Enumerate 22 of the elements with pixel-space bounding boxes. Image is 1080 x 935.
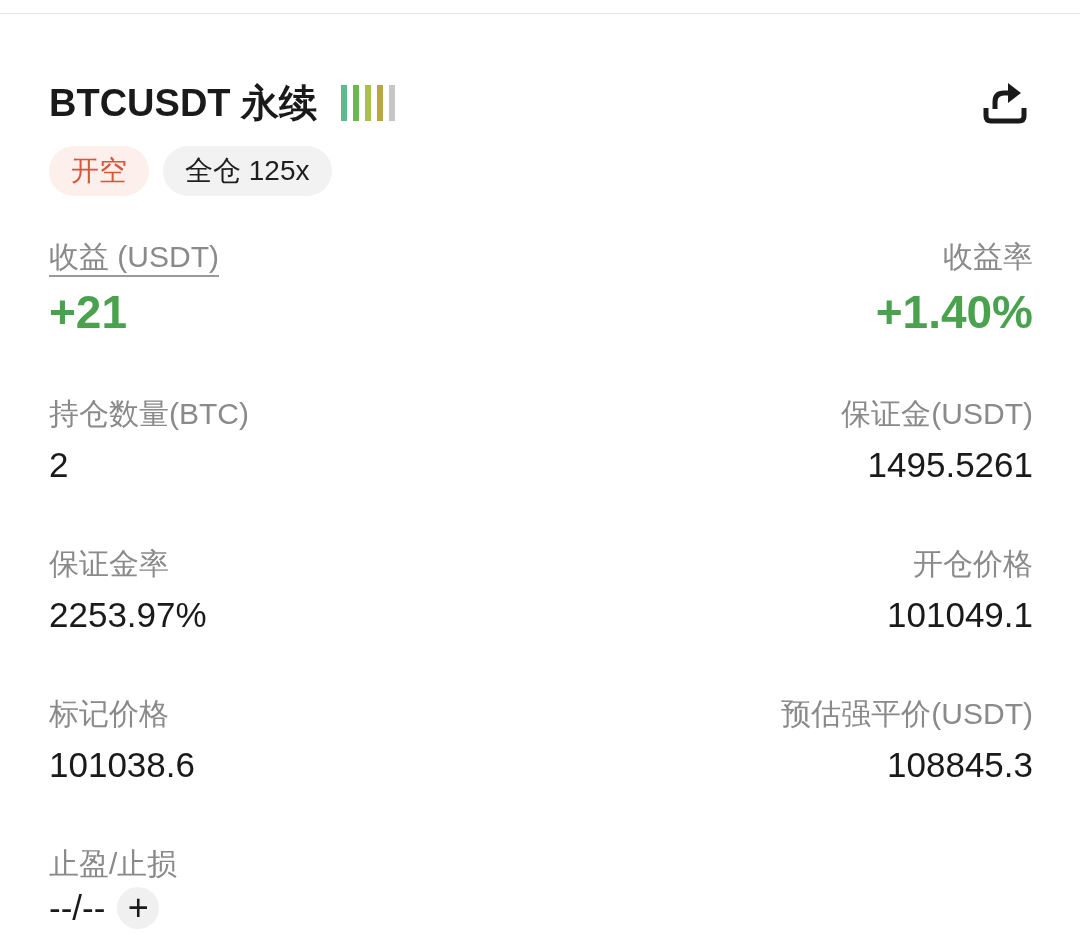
field-value: 101049.1 bbox=[887, 594, 1033, 636]
field-label: 持仓数量(BTC) bbox=[49, 396, 249, 432]
contract-title: BTCUSDT 永续 bbox=[49, 81, 318, 126]
field-value: 101038.6 bbox=[49, 744, 195, 786]
field-value: 2 bbox=[49, 444, 69, 486]
field-value: 2253.97% bbox=[49, 594, 207, 636]
field-label: 开仓价格 bbox=[913, 546, 1033, 582]
pnl-label: 收益率 bbox=[943, 239, 1033, 275]
leverage-tag: 全仓 125x bbox=[163, 146, 332, 196]
field-label: 保证金(USDT) bbox=[841, 396, 1033, 432]
field-value: 108845.3 bbox=[887, 744, 1033, 786]
field-value: 1495.5261 bbox=[867, 444, 1033, 486]
position-side-tag: 开空 bbox=[49, 146, 149, 196]
field-label: 预估强平价(USDT) bbox=[781, 696, 1033, 732]
share-icon[interactable] bbox=[983, 82, 1027, 124]
field-label: 止盈/止损 bbox=[49, 846, 178, 882]
pnl-value: +21 bbox=[49, 284, 128, 340]
pnl-value: +1.40% bbox=[875, 284, 1033, 340]
add-button[interactable]: + bbox=[117, 887, 160, 929]
field-label: 保证金率 bbox=[49, 546, 169, 582]
tpsl-value: --/-- bbox=[49, 887, 106, 929]
field-label: 标记价格 bbox=[49, 696, 169, 732]
